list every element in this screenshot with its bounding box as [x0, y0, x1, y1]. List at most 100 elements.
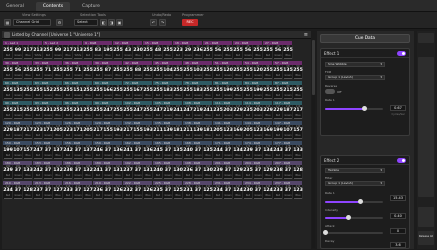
channel-cell[interactable]: 202 37 Green	[223, 165, 233, 179]
channel-cell[interactable]: 173 134 Blue	[233, 145, 243, 159]
channel-cell[interactable]: 140 181 Blue	[203, 125, 213, 139]
channel-cell[interactable]: 126 223 Red	[63, 125, 73, 139]
scroll-thumb[interactable]	[312, 40, 315, 95]
channel-cell[interactable]: 199 37 Green	[193, 165, 203, 179]
channel-cell[interactable]: 120 229 Red	[3, 125, 13, 139]
fixture-group[interactable]: 174 - RGB 174 239 Red 175 37 Green 176 134 Blue	[243, 141, 273, 159]
channel-cell[interactable]: 215 127 Blue	[53, 185, 63, 199]
tab-general[interactable]: General	[4, 2, 26, 11]
effect-2-rate-slider[interactable]	[325, 199, 383, 204]
channel-cell[interactable]: 156 242 Red	[63, 145, 73, 159]
channel-cell[interactable]: 154 37 Green	[43, 145, 53, 159]
channel-cell[interactable]: 122 217 Blue	[23, 125, 33, 139]
select-tool-dropdown[interactable]: Select	[74, 19, 98, 26]
channel-cell[interactable]: 145 123 Green	[253, 125, 263, 139]
channel-cell[interactable]: 81 255 Red	[213, 85, 223, 99]
effect-1-rate-knob[interactable]	[361, 106, 367, 111]
channel-cell[interactable]: 111 235 Red	[213, 105, 223, 119]
channel-cell[interactable]: 102 255 Red	[123, 105, 133, 119]
fixture-group[interactable]: 153 - RGB 153 247 Red 154 37 Green 155 137 Blue	[33, 141, 63, 159]
channel-cell[interactable]: 98 255 Blue	[83, 105, 93, 119]
channel-cell[interactable]: 53 255 Blue	[233, 65, 243, 79]
channel-cell[interactable]: 186 238 Red	[63, 165, 73, 179]
channel-cell[interactable]: 131 193 Blue	[113, 125, 123, 139]
channel-cell[interactable]: 177 243 Red	[273, 145, 283, 159]
fixture-group[interactable]: 141 - RGB 141 205 Red 142 123 Green 143 169 Blue	[213, 121, 243, 139]
fixture-group[interactable]: 75 - RGB 75 255 Red 76 183 Green 77 255 Blue	[153, 81, 183, 99]
channel-cell[interactable]: 100 247 Green	[103, 105, 113, 119]
channel-cell[interactable]: 143 169 Blue	[233, 125, 243, 139]
channel-cell[interactable]: 63 255 Red	[33, 85, 43, 99]
channel-cell[interactable]: 185 132 Blue	[53, 165, 63, 179]
channel-cell[interactable]: 46 104 Green	[163, 65, 173, 79]
selection-icon-2[interactable]: ◨	[108, 19, 115, 26]
channel-cell[interactable]: 44 255 Blue	[143, 65, 153, 79]
channel-cell[interactable]: 31 56 Green	[13, 65, 23, 79]
channel-cell[interactable]: 239 123 Blue	[293, 185, 303, 199]
channel-cell[interactable]: 69 255 Red	[93, 85, 103, 99]
fixture-group[interactable]: 219 - RGB 219 236 Red 220 37 Green 221 126 Blue	[93, 181, 123, 199]
channel-cell[interactable]: 151 107 Green	[13, 145, 23, 159]
fixture-group[interactable]: 72 - RGB 72 255 Red 73 167 Green 74 255 Blue	[123, 81, 153, 99]
channel-cell[interactable]: 149 157 Blue	[293, 125, 303, 139]
channel-cell[interactable]: 220 37 Green	[103, 185, 113, 199]
fixture-group[interactable]: 177 - RGB 177 243 Red 178 37 Green 179 133 Blue	[273, 141, 303, 159]
channel-cell[interactable]: 191 131 Blue	[113, 165, 123, 179]
fixture-group[interactable]: 192 - RGB 192 237 Red 193 37 Green 194 131 Blue	[123, 161, 153, 179]
channel-cell[interactable]: 47 255 Blue	[173, 65, 183, 79]
channel-cell[interactable]: 35 255 Blue	[53, 65, 63, 79]
channel-cell[interactable]: 78 255 Red	[183, 85, 193, 99]
fixture-group[interactable]: 99 - RGB 99 255 Red 100 247 Green 101 255 Blue	[93, 101, 123, 119]
channel-cell[interactable]: 13 43 Green	[123, 45, 133, 59]
channel-cell[interactable]: 6 99 Green	[53, 45, 63, 59]
channel-cell[interactable]: 7 217 Blue	[63, 45, 73, 59]
channel-cell[interactable]: 231 234 Red	[213, 185, 223, 199]
channel-cell[interactable]: 219 236 Red	[93, 185, 103, 199]
fixture-group[interactable]: 39 - RGB 39 255 Red 40 87 Green 41 255 Blue	[93, 61, 123, 79]
channel-cell[interactable]: 70 166 Green	[103, 85, 113, 99]
channel-cell[interactable]: 103 247 Green	[133, 105, 143, 119]
fixture-group[interactable]: 168 - RGB 168 240 Red 169 37 Green 170 135 Blue	[183, 141, 213, 159]
channel-cell[interactable]: 11 195 Blue	[103, 45, 113, 59]
effect-2-attack-slider[interactable]	[323, 230, 383, 235]
fixture-group[interactable]: 231 - RGB 231 234 Red 232 37 Green 233 124 Blue	[213, 181, 243, 199]
fixture-group[interactable]: 195 - RGB 195 240 Red 196 37 Green 197 130 Blue	[153, 161, 183, 179]
fixture-group[interactable]: 1 - Led 1 1 255 Red 2 99 Green 3 217 Blue 4 213 Whit…	[3, 41, 43, 59]
fixture-group[interactable]: 36 - RGB 36 255 Red 37 71 Green 38 255 Blue	[63, 61, 93, 79]
channel-cell[interactable]: 166 37 Green	[163, 145, 173, 159]
channel-cell[interactable]: 77 255 Blue	[173, 85, 183, 99]
channel-cell[interactable]: 57 255 Red	[273, 65, 283, 79]
channel-cell[interactable]: 17 255 Blue	[163, 45, 173, 59]
channel-cell[interactable]: 52 120 Green	[223, 65, 233, 79]
effect-1-rate-value[interactable]: 0.67	[390, 105, 406, 111]
channel-cell[interactable]: 36 255 Red	[63, 65, 73, 79]
fixture-group[interactable]: 138 - RGB 138 211 Red 139 139 Green 140 181 Blue	[183, 121, 213, 139]
fixture-group[interactable]: 54 - RGB 54 255 Red 55 120 Green 56 255 Blue	[243, 61, 273, 79]
channel-cell[interactable]: 189 241 Red	[93, 165, 103, 179]
channel-cell[interactable]: 134 193 Blue	[143, 125, 153, 139]
effect-2-intensity-value[interactable]: 0.40	[390, 213, 406, 219]
fixture-group[interactable]: 45 - RGB 45 255 Red 46 104 Green 47 255 Blue	[153, 61, 183, 79]
channel-cell[interactable]: 106 219 Green	[163, 105, 173, 119]
channel-cell[interactable]: 12 255 Red	[113, 45, 123, 59]
channel-cell[interactable]: 133 155 Green	[133, 125, 143, 139]
fixture-group[interactable]: 84 - RGB 84 255 Red 85 199 Green 86 255 Blue	[243, 81, 273, 99]
channel-cell[interactable]: 51 255 Red	[213, 65, 223, 79]
channel-cell[interactable]: 84 255 Red	[243, 85, 253, 99]
channel-cell[interactable]: 217 37 Green	[73, 185, 83, 199]
channel-cell[interactable]: 222 232 Red	[123, 185, 133, 199]
fixture-group[interactable]: 213 - RGB 213 237 Red 214 37 Green 215 127 Blue	[33, 181, 63, 199]
channel-cell[interactable]: 27 255 Red	[263, 45, 273, 59]
fixture-group[interactable]: 222 - RGB 222 232 Red 223 37 Green 224 126 Blue	[123, 181, 153, 199]
channel-cell[interactable]: 25 56 Green	[243, 45, 253, 59]
fixture-group[interactable]: 33 - RGB 33 255 Red 34 71 Green 35 255 Blue	[33, 61, 63, 79]
channel-cell[interactable]: 171 244 Red	[213, 145, 223, 159]
channel-cell[interactable]: 230 125 Blue	[203, 185, 213, 199]
fixture-group[interactable]: 18 - RGB 18 223 Red 19 29 Green 20 236 Blue	[173, 41, 203, 59]
channel-cell[interactable]: 64 152 Green	[43, 85, 53, 99]
channel-cell[interactable]: 110 241 Blue	[203, 105, 213, 119]
channel-cell[interactable]: 28 56 Green	[273, 45, 283, 59]
channel-cell[interactable]: 161 136 Blue	[113, 145, 123, 159]
channel-cell[interactable]: 178 37 Green	[283, 145, 293, 159]
settings-icon[interactable]: ⚙	[56, 19, 63, 26]
